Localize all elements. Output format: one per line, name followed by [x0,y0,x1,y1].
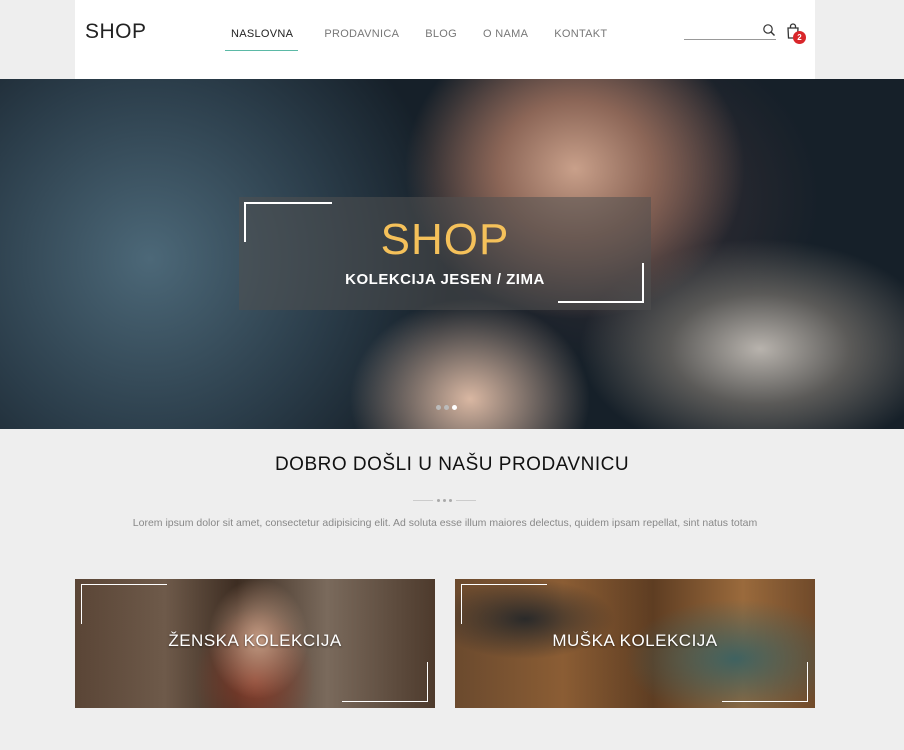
nav-item-blog[interactable]: BLOG [425,26,457,51]
hero-title: SHOP [380,215,510,264]
card-frame-top-left [461,584,547,624]
nav-item-kontakt[interactable]: KONTAKT [554,26,607,51]
logo[interactable]: SHOP [85,20,147,44]
men-collection-label: MUŠKA KOLEKCIJA [552,631,718,650]
slider-dots [436,405,460,410]
search-box [684,22,776,40]
slider-dot-1[interactable] [436,405,441,410]
welcome-text: Lorem ipsum dolor sit amet, consectetur … [132,517,758,529]
site-header: SHOP NASLOVNA PRODAVNICA BLOG O NAMA KON… [75,0,815,79]
slider-dot-3[interactable] [452,405,457,410]
nav-item-prodavnica[interactable]: PRODAVNICA [324,26,399,51]
card-frame-bottom-right [722,662,808,702]
main-nav: NASLOVNA PRODAVNICA BLOG O NAMA KONTAKT [225,26,607,51]
women-collection-card[interactable]: ŽENSKA KOLEKCIJA [75,579,435,708]
search-icon[interactable] [762,23,776,37]
men-collection-card[interactable]: MUŠKA KOLEKCIJA [455,579,815,708]
search-input[interactable] [684,24,758,40]
card-frame-top-left [81,584,167,624]
hero-subtitle: KOLEKCIJA JESEN / ZIMA [345,271,545,288]
welcome-title: DOBRO DOŠLI U NAŠU PRODAVNICU [274,454,630,475]
women-collection-label: ŽENSKA KOLEKCIJA [168,631,342,650]
cart-button[interactable]: 2 [786,23,806,45]
card-frame-bottom-right [342,662,428,702]
hero-slider: SHOP KOLEKCIJA JESEN / ZIMA [0,79,904,429]
nav-item-naslovna[interactable]: NASLOVNA [225,26,299,51]
cart-count-badge: 2 [793,31,806,44]
section-divider [413,499,477,503]
nav-item-o-nama[interactable]: O NAMA [483,26,528,51]
slider-dot-2[interactable] [444,405,449,410]
